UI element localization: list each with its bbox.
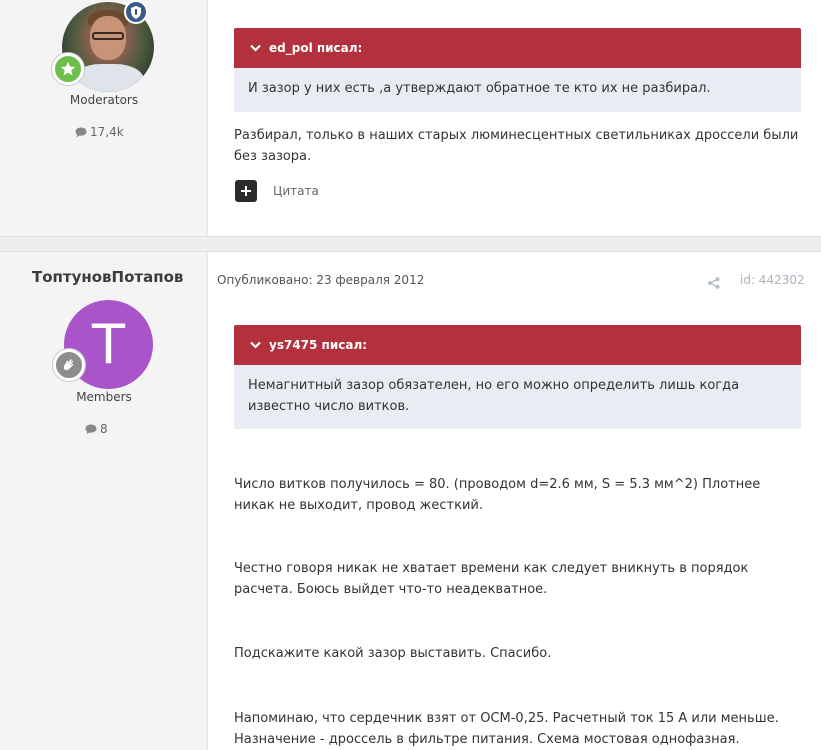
member-group: Moderators	[69, 93, 139, 107]
post-separator	[0, 236, 821, 252]
quote-header[interactable]: ys7475 писал:	[234, 325, 801, 365]
rank-hand-icon	[53, 349, 85, 381]
quote-text: И зазор у них есть ,а утверждают обратно…	[248, 81, 711, 96]
post-id[interactable]: id: 442302	[740, 273, 805, 287]
post-count-value: 8	[100, 422, 108, 436]
post-count: 8	[85, 422, 108, 436]
chevron-down-icon	[250, 44, 261, 52]
multiquote-button[interactable]	[235, 180, 257, 202]
quote-author: ys7475 писал:	[269, 338, 368, 352]
chevron-down-icon	[250, 341, 261, 349]
comment-icon	[75, 127, 87, 138]
post-paragraph: Число витков получилось = 80. (проводом …	[234, 477, 761, 513]
post-paragraph: Напоминаю, что сердечник взят от ОСМ-0,2…	[234, 711, 779, 747]
post-date[interactable]: Опубликовано: 23 февраля 2012	[217, 273, 424, 287]
comment-icon	[85, 424, 97, 435]
member-group: Members	[76, 390, 132, 404]
quote-text: Немагнитный зазор обязателен, но его мож…	[248, 378, 740, 414]
post-body: Разбирал, только в наших старых люминесц…	[234, 128, 799, 164]
quote-block: ed_pol писал: И зазор у них есть ,а утве…	[234, 28, 801, 112]
post-paragraph: Честно говоря никак не хватает времени к…	[234, 561, 749, 597]
rank-star-icon	[52, 53, 84, 85]
plus-icon	[241, 186, 251, 196]
share-icon[interactable]	[708, 274, 720, 293]
author-name[interactable]: ТоптуновПотапов	[32, 268, 183, 286]
moderator-shield-icon	[124, 0, 148, 24]
post-paragraph: Подскажите какой зазор выставить. Спасиб…	[234, 646, 552, 661]
post-count-value: 17,4k	[90, 125, 124, 139]
quote-author: ed_pol писал:	[269, 41, 363, 55]
quote-header[interactable]: ed_pol писал:	[234, 28, 801, 68]
post-count: 17,4k	[75, 125, 124, 139]
quote-block: ys7475 писал: Немагнитный зазор обязател…	[234, 325, 801, 429]
quote-link[interactable]: Цитата	[273, 184, 319, 198]
